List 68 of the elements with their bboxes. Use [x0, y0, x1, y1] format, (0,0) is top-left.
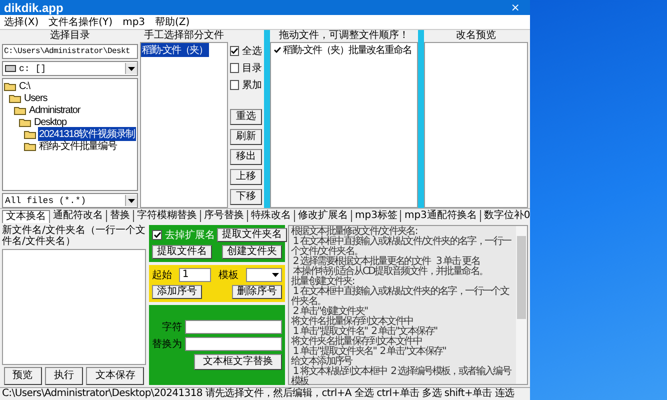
order-heading: 拖动文件，可调整文件顺序！ [278, 30, 410, 42]
tab[interactable]: mp3通配符换名 [401, 210, 481, 222]
help-line: 2 单击"创建文件夹" [292, 307, 368, 317]
tree-item[interactable]: Users [23, 92, 48, 104]
tree-item[interactable]: C:\ [18, 80, 31, 92]
file-item[interactable]: 稻勤-文件（夹）批量改名重命名 [283, 43, 412, 57]
tab[interactable]: 替换 [107, 210, 134, 222]
tab[interactable]: mp3标签 [352, 210, 402, 222]
find-label: 字符 [161, 320, 182, 334]
help-line: 本操作特别适合从CD提取音频文件，并批量命名。 [292, 267, 489, 277]
numbering-button[interactable]: 添加序号 [152, 285, 202, 299]
checkbox-label: 去掉扩展名 [165, 228, 215, 242]
file-item[interactable]: 稻勤-文件（夹） [141, 43, 209, 57]
checkbox-label: 全选 [242, 44, 262, 58]
tab[interactable]: 通配符改名 [50, 210, 107, 222]
replace-label: 替换为 [152, 338, 182, 351]
replace-button[interactable]: 文本框文字替换 [194, 354, 282, 370]
text-action-button[interactable]: 预览 [4, 367, 42, 385]
action-button[interactable]: 重选 [230, 109, 262, 125]
action-button[interactable]: 移出 [230, 149, 262, 165]
help-line: 将文件名批量保存到文本文件中 [291, 317, 413, 327]
status-text: C:\Users\Administrator\Desktop\20241318 请先选择文件，然后编辑，ctrl+A 全选 ctrl+单击 多选 shift+单击 连选 [2, 388, 514, 399]
tree-item[interactable]: 20241318软件视频录制 [38, 127, 136, 141]
help-line: 根据文本批量修改文件/文件夹名: [291, 227, 418, 237]
path-field[interactable]: C:\Users\Administrator\Deskt [2, 44, 138, 59]
help-line: 1 在文本框中直接输入或粘贴文件/文件夹的名字，一行一个文件/文件夹名。 [291, 237, 512, 257]
action-button[interactable]: 上移 [230, 169, 262, 185]
tab[interactable]: 文本换名 [2, 210, 50, 222]
help-line: 1 在文本框中直接输入或粘贴文件夹的名字，一行一个文件夹名。 [291, 287, 510, 307]
help-line: 批量创建文件夹: [291, 277, 354, 287]
action-button[interactable]: 刷新 [230, 129, 262, 145]
tab[interactable]: 修改扩展名 [295, 210, 352, 222]
extract-button[interactable]: 提取文件名 [152, 245, 212, 259]
help-line: 1 单击"提取文件名" 2 单击"文本保存" [292, 327, 438, 337]
menu-item[interactable]: 选择(X) [4, 15, 39, 29]
manual-heading: 手工选择部分文件 [143, 30, 225, 42]
window-title: dikdik.app [4, 0, 64, 14]
tree-item[interactable]: Desktop [33, 116, 68, 128]
start-label: 起始 [152, 268, 172, 282]
close-button[interactable]: × [504, 1, 526, 14]
tree-item[interactable]: Administrator [28, 104, 82, 116]
numbering-button[interactable]: 删除序号 [232, 285, 282, 299]
help-line: 1 单击"提取文件夹名" 2 单击"文本保存" [292, 347, 447, 357]
drive-combo[interactable]: c: [] [2, 61, 138, 76]
checkbox-label: 累加 [242, 78, 262, 92]
text-action-button[interactable]: 文本保存 [86, 367, 144, 385]
text-action-button[interactable]: 执行 [44, 367, 83, 385]
menu-item[interactable]: 帮助(Z) [155, 15, 190, 29]
directory-heading: 选择目录 [49, 30, 91, 42]
help-line: 2 选择需要根据文本批量更名的文件 3 单击 更名 [292, 257, 481, 267]
template-label: 模板 [218, 268, 239, 282]
help-line: 给文本添加序号 [291, 357, 352, 367]
create-folder-button[interactable]: 创建文件夹 [222, 245, 282, 259]
preview-heading: 改名预览 [455, 30, 497, 42]
menu-item[interactable]: mp3 [122, 16, 146, 28]
text-box-label: 新文件名/文件夹名（一行一个文件名/文件夹名） [2, 225, 146, 247]
action-button[interactable]: 下移 [230, 189, 262, 205]
tab[interactable]: 序号替换 [201, 210, 248, 222]
start-field[interactable]: 1 [179, 268, 212, 282]
help-line: 1 将文本粘贴到文本框中 2 选择编号模板，或者输入编号模板 [291, 367, 512, 387]
tree-item[interactable]: 稻纳-文件批量编号 [38, 139, 118, 153]
filter-combo[interactable]: All files (*.*) [2, 193, 138, 208]
help-line: 将文件夹名批量保存到文本文件中 [291, 337, 422, 347]
extract-button[interactable]: 提取文件夹名 [217, 228, 287, 242]
tab[interactable]: 特殊改名 [248, 210, 295, 222]
tab[interactable]: 字符模糊替换 [134, 210, 201, 222]
checkbox-label: 目录 [242, 62, 262, 75]
menu-item[interactable]: 文件名操作(Y) [48, 15, 113, 29]
